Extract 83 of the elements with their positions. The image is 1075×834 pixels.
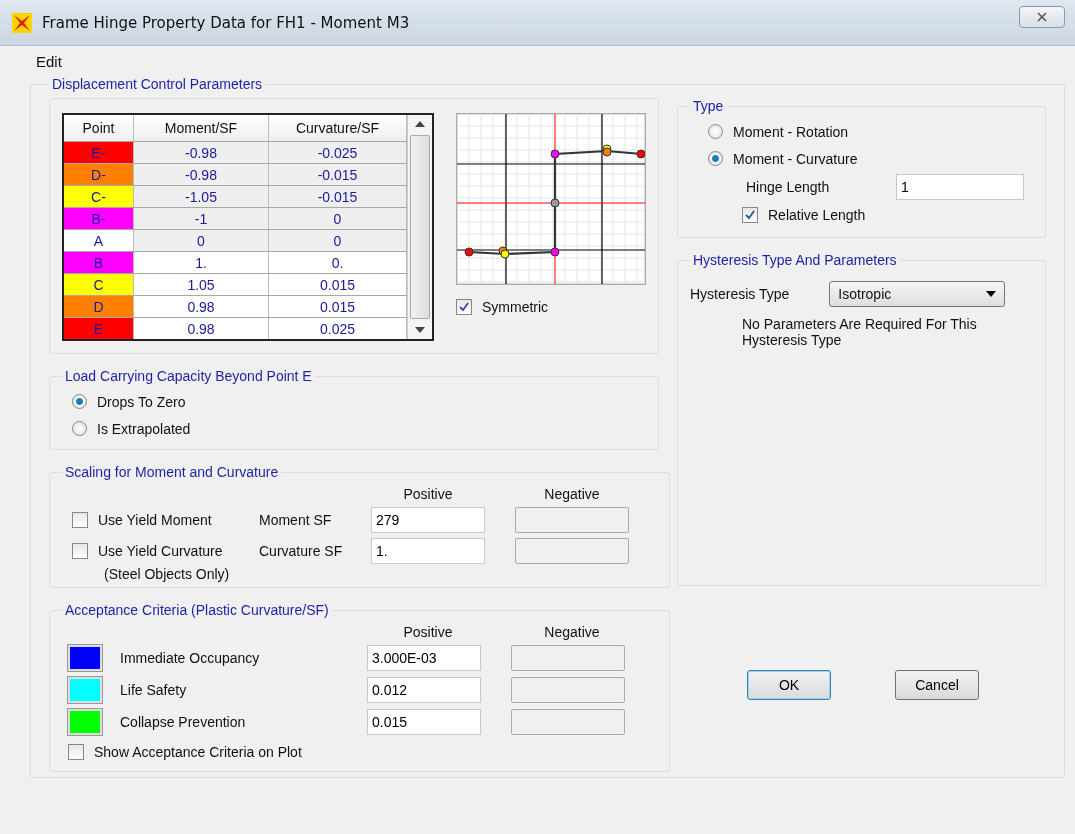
point-cell: C <box>64 274 134 295</box>
input-field[interactable]: 3.000E-03 <box>367 645 481 671</box>
column-header: Positive <box>402 624 454 640</box>
dialog-button[interactable]: OK <box>747 670 831 700</box>
hysteresis-dropdown[interactable]: Isotropic <box>829 281 1006 307</box>
checkbox[interactable] <box>72 542 88 559</box>
color-swatch[interactable] <box>68 645 102 671</box>
table-cell: -0.015 <box>269 186 407 207</box>
close-button[interactable] <box>1019 6 1065 28</box>
table-cell: 1. <box>134 252 269 273</box>
group-title: Hysteresis Type And Parameters <box>692 252 898 268</box>
group-title: Displacement Control Parameters <box>51 76 264 92</box>
scroll-up-icon <box>415 121 425 127</box>
field-label: Moment SF <box>259 511 333 528</box>
checkbox[interactable] <box>742 207 758 223</box>
checkbox[interactable] <box>72 511 88 528</box>
note-text: (Steel Objects Only) <box>103 566 231 584</box>
input-field[interactable]: 1 <box>896 174 1024 200</box>
field-label: Hinge Length <box>746 179 831 195</box>
point-cell: C- <box>64 186 134 207</box>
table-cell: 1.05 <box>134 274 269 295</box>
criteria-label: Immediate Occupancy <box>120 650 260 666</box>
point-cell: E <box>64 318 134 339</box>
input-field[interactable]: 0.012 <box>367 677 481 703</box>
radio-button[interactable] <box>708 151 723 166</box>
close-icon <box>1036 11 1048 23</box>
criteria-label: Collapse Prevention <box>120 714 246 730</box>
table-cell: -0.025 <box>269 142 407 163</box>
table-cell: -0.98 <box>134 142 269 163</box>
window-title: Frame Hinge Property Data for FH1 - Moment M3 <box>42 13 411 32</box>
radio-label: Drops To Zero <box>97 393 186 410</box>
table-cell: -1.05 <box>134 186 269 207</box>
radio-button[interactable] <box>708 124 723 139</box>
input-field[interactable]: 0.015 <box>367 709 481 735</box>
checkbox-label: Use Yield Moment <box>98 511 212 528</box>
checkbox-label: Relative Length <box>768 207 866 223</box>
checkbox-label: Use Yield Curvature <box>98 542 223 559</box>
group-title: Load Carrying Capacity Beyond Point E <box>64 368 313 384</box>
table-cell: 0 <box>134 230 269 251</box>
table-cell: -0.015 <box>269 164 407 185</box>
radio-button[interactable] <box>72 394 87 409</box>
checkbox-label: Show Acceptance Criteria on Plot <box>94 744 302 760</box>
scroll-down-icon <box>415 327 425 333</box>
input-field[interactable]: 279 <box>371 506 485 533</box>
group-title: Type <box>692 98 725 114</box>
point-cell: B <box>64 252 134 273</box>
radio-label: Is Extrapolated <box>97 420 191 437</box>
column-header: Point <box>64 115 134 141</box>
menu-item[interactable]: Edit <box>30 52 68 70</box>
table-cell: -1 <box>134 208 269 229</box>
scroll-thumb[interactable] <box>410 135 430 319</box>
table-cell: 0.98 <box>134 296 269 317</box>
radio-label: Moment - Curvature <box>733 150 858 167</box>
point-cell: B- <box>64 208 134 229</box>
column-header: Negative <box>543 624 601 640</box>
field-label: Curvature SF <box>259 542 344 559</box>
radio-button[interactable] <box>72 421 87 436</box>
group-title: Acceptance Criteria (Plastic Curvature/SF) <box>64 602 330 618</box>
group-title: Scaling for Moment and Curvature <box>64 464 280 480</box>
dialog-button[interactable]: Cancel <box>895 670 979 700</box>
table-cell: 0 <box>269 208 407 229</box>
point-cell: D <box>64 296 134 317</box>
checkbox[interactable] <box>456 299 472 315</box>
color-swatch[interactable] <box>68 677 102 703</box>
color-swatch[interactable] <box>68 709 102 735</box>
note-text: No Parameters Are Required For This Hysteresis Type <box>741 316 978 348</box>
column-header: Moment/SF <box>134 115 269 141</box>
field-label: Hysteresis Type <box>690 286 790 302</box>
input-field[interactable]: 1. <box>371 537 485 564</box>
app-icon <box>12 12 32 33</box>
radio-label: Moment - Rotation <box>733 123 849 140</box>
caret-icon <box>986 291 997 297</box>
table-cell: 0.98 <box>134 318 269 339</box>
criteria-label: Life Safety <box>120 682 187 698</box>
point-cell: E- <box>64 142 134 163</box>
scrollbar[interactable] <box>407 115 432 339</box>
point-cell: D- <box>64 164 134 185</box>
checkbox[interactable] <box>68 744 84 760</box>
column-header: Positive <box>402 486 454 502</box>
column-header: Negative <box>543 486 601 502</box>
table-cell: 0 <box>269 230 407 251</box>
table-cell: -0.98 <box>134 164 269 185</box>
checkbox-label: Symmetric <box>482 299 549 315</box>
